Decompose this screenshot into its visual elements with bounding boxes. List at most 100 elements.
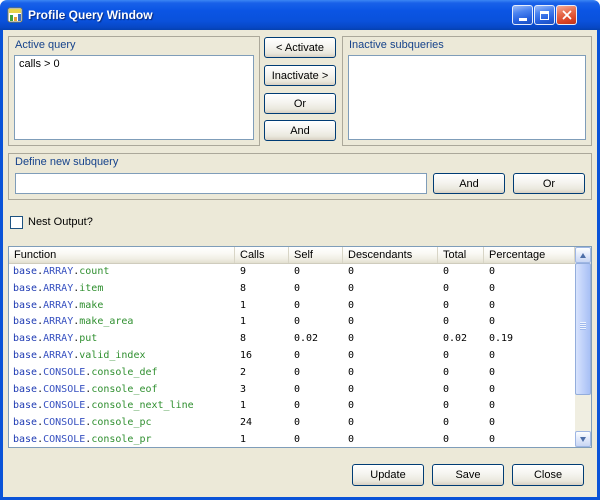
table-row[interactable]: base.CONSOLE.console_next_line10000 [9,398,575,415]
nest-output-label: Nest Output? [28,216,93,228]
table-cell: 1 [235,432,289,447]
table-cell: 0 [343,314,438,331]
column-header-function[interactable]: Function [9,247,235,263]
table-cell: 0 [343,365,438,382]
table-cell: 0 [343,398,438,415]
table-cell: 2 [235,365,289,382]
table-cell: 0 [438,398,484,415]
save-button[interactable]: Save [432,464,504,486]
function-name: base.CONSOLE.console_def [9,365,235,382]
titlebar[interactable]: Profile Query Window [0,0,600,30]
table-row[interactable]: base.CONSOLE.console_def20000 [9,365,575,382]
table-cell: 0 [484,398,575,415]
define-subquery-label: Define new subquery [15,156,118,168]
table-row[interactable]: base.CONSOLE.console_pc240000 [9,415,575,432]
table-cell: 0 [484,264,575,281]
table-cell: 1 [235,314,289,331]
column-header-total[interactable]: Total [438,247,484,263]
table-cell: 0 [343,415,438,432]
scroll-down-button[interactable] [575,431,591,447]
table-row[interactable]: base.ARRAY.count90000 [9,264,575,281]
window-edge-left [0,30,3,500]
scroll-down-icon [580,437,586,442]
table-cell: 0 [438,382,484,399]
table-cell: 0 [289,398,343,415]
table-cell: 0 [343,298,438,315]
table-row[interactable]: base.ARRAY.item80000 [9,281,575,298]
function-name: base.CONSOLE.console_pr [9,432,235,447]
table-cell: 0 [289,348,343,365]
active-query-list[interactable]: calls > 0 [14,55,254,140]
table-row[interactable]: base.ARRAY.make_area10000 [9,314,575,331]
and-button[interactable]: And [264,120,336,141]
inactive-subqueries-list[interactable] [348,55,586,140]
table-cell: 0 [289,264,343,281]
function-name: base.ARRAY.make [9,298,235,315]
function-name: base.ARRAY.item [9,281,235,298]
column-header-percentage[interactable]: Percentage [484,247,575,263]
function-name: base.ARRAY.make_area [9,314,235,331]
subquery-input[interactable] [15,173,427,194]
table-cell: 0 [343,264,438,281]
profile-query-window: Profile Query Window Active query calls … [0,0,600,500]
subquery-or-button[interactable]: Or [513,173,585,194]
close-dialog-button[interactable]: Close [512,464,584,486]
scroll-up-icon [580,253,586,258]
table-cell: 1 [235,398,289,415]
table-cell: 0 [484,415,575,432]
column-header-self[interactable]: Self [289,247,343,263]
table-cell: 0 [343,331,438,348]
table-cell: 0 [343,432,438,447]
function-name: base.CONSOLE.console_next_line [9,398,235,415]
vertical-scrollbar[interactable] [575,247,591,447]
function-name: base.CONSOLE.console_eof [9,382,235,399]
table-cell: 0 [438,314,484,331]
table-row[interactable]: base.CONSOLE.console_pr10000 [9,432,575,447]
table-row[interactable]: base.ARRAY.make10000 [9,298,575,315]
table-cell: 8 [235,281,289,298]
table-cell: 0.19 [484,331,575,348]
table-row[interactable]: base.ARRAY.put80.0200.020.19 [9,331,575,348]
table-cell: 0.02 [438,331,484,348]
subquery-and-button[interactable]: And [433,173,505,194]
scroll-up-button[interactable] [575,247,591,263]
column-header-descendants[interactable]: Descendants [343,247,438,263]
active-query-item[interactable]: calls > 0 [19,58,249,70]
column-header-calls[interactable]: Calls [235,247,289,263]
active-query-group: Active query calls > 0 [8,36,260,146]
table-cell: 0 [289,382,343,399]
table-cell: 0.02 [289,331,343,348]
update-button[interactable]: Update [352,464,424,486]
define-subquery-group: Define new subquery And Or [8,153,592,200]
maximize-button[interactable] [534,5,555,25]
close-icon [562,10,572,20]
table-row[interactable]: base.CONSOLE.console_eof30000 [9,382,575,399]
function-name: base.CONSOLE.console_pc [9,415,235,432]
table-cell: 0 [438,348,484,365]
table-cell: 24 [235,415,289,432]
table-cell: 0 [289,365,343,382]
table-cell: 9 [235,264,289,281]
inactive-subqueries-group: Inactive subqueries [342,36,592,146]
function-name: base.ARRAY.put [9,331,235,348]
or-button[interactable]: Or [264,93,336,114]
table-cell: 8 [235,331,289,348]
minimize-button[interactable] [512,5,533,25]
table-cell: 0 [484,314,575,331]
table-cell: 0 [289,432,343,447]
inactivate-button[interactable]: Inactivate > [264,65,336,86]
table-cell: 0 [438,281,484,298]
table-cell: 0 [438,298,484,315]
table-cell: 0 [484,382,575,399]
activate-button[interactable]: < Activate [264,37,336,58]
maximize-icon [540,11,549,20]
table-cell: 0 [484,348,575,365]
close-button[interactable] [556,5,577,25]
table-cell: 0 [343,348,438,365]
nest-output-checkbox[interactable] [10,216,23,229]
inactive-subqueries-label: Inactive subqueries [349,39,444,51]
scrollbar-thumb[interactable] [575,263,591,395]
app-icon[interactable] [7,7,23,23]
table-row[interactable]: base.ARRAY.valid_index160000 [9,348,575,365]
table-header: FunctionCallsSelfDescendantsTotalPercent… [9,247,575,264]
